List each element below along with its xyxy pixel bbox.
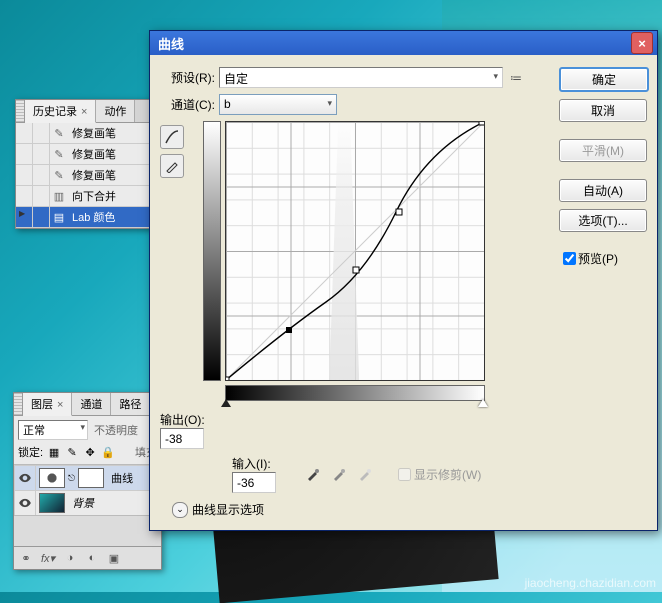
close-button[interactable]: ×	[631, 32, 653, 54]
tab-close-icon[interactable]: ×	[57, 399, 63, 411]
input-input[interactable]	[232, 472, 276, 493]
white-eyedropper[interactable]	[356, 465, 374, 483]
site-footer: jiaocheng.chazidian.com	[525, 576, 656, 590]
tab-actions[interactable]: 动作	[96, 100, 135, 122]
visibility-toggle[interactable]	[15, 491, 36, 515]
history-panel: 历史记录× 动作 ✎修复画笔 ✎修复画笔 ✎修复画笔 ▥向下合并 ▤Lab 颜色	[15, 99, 159, 229]
layers-panel: 图层× 通道 路径 正常 不透明度 锁定: ▦ ✎ ✥ 🔒 填充 ⎋ 曲线 背景	[13, 392, 162, 570]
black-eyedropper[interactable]	[304, 465, 322, 483]
curve-tool-button[interactable]	[160, 125, 184, 149]
history-item[interactable]: ▥向下合并	[16, 186, 158, 207]
options-button[interactable]: 选项(T)...	[559, 209, 647, 232]
display-options-label[interactable]: 曲线显示选项	[192, 501, 264, 518]
ok-button[interactable]: 确定	[559, 67, 649, 92]
tab-channels[interactable]: 通道	[72, 393, 111, 415]
layer-row[interactable]: ⎋ 曲线	[14, 465, 161, 490]
tab-close-icon[interactable]: ×	[81, 106, 87, 118]
history-item[interactable]: ✎修复画笔	[16, 123, 158, 144]
output-gradient	[203, 121, 221, 381]
gray-eyedropper[interactable]	[330, 465, 348, 483]
eye-icon	[18, 471, 32, 485]
tab-layers[interactable]: 图层×	[23, 393, 72, 416]
adjustment-icon[interactable]: ◐	[84, 550, 100, 566]
fx-icon[interactable]: fx▾	[40, 550, 56, 566]
smooth-button[interactable]: 平滑(M)	[559, 139, 647, 162]
link-layers-icon[interactable]: ⚭	[18, 550, 34, 566]
mask-thumb	[78, 468, 104, 488]
mask-icon[interactable]: ◑	[62, 550, 78, 566]
folder-icon[interactable]: ▣	[106, 550, 122, 566]
visibility-toggle[interactable]	[15, 466, 36, 490]
lock-trans-icon[interactable]: ▦	[47, 446, 61, 459]
preset-select[interactable]: 自定	[219, 67, 503, 88]
opacity-label: 不透明度	[94, 422, 138, 438]
black-point-slider[interactable]	[221, 399, 231, 407]
panel-drag[interactable]	[16, 100, 25, 122]
preset-menu-icon[interactable]: ≔	[509, 71, 523, 85]
show-clipping-checkbox[interactable]: 显示修剪(W)	[394, 465, 481, 484]
blend-mode-select[interactable]: 正常	[18, 420, 88, 440]
layer-row[interactable]: 背景	[14, 490, 161, 515]
tab-history[interactable]: 历史记录×	[25, 100, 96, 123]
lock-all-icon[interactable]: 🔒	[101, 446, 115, 459]
output-input[interactable]	[160, 428, 204, 449]
merge-down-icon: ▥	[50, 187, 68, 205]
healing-brush-icon: ✎	[50, 145, 68, 163]
channel-select[interactable]: b	[219, 94, 337, 115]
layer-name[interactable]: 曲线	[111, 470, 133, 486]
history-item-selected[interactable]: ▤Lab 颜色	[16, 207, 158, 228]
lock-move-icon[interactable]: ✥	[83, 446, 97, 459]
healing-brush-icon: ✎	[50, 124, 68, 142]
curve-icon	[165, 130, 179, 144]
layer-thumb	[39, 493, 65, 513]
healing-brush-icon: ✎	[50, 166, 68, 184]
preview-checkbox[interactable]: 预览(P)	[559, 249, 647, 268]
tab-paths[interactable]: 路径	[111, 393, 150, 415]
title-bar[interactable]: 曲线 ×	[150, 31, 657, 55]
lock-label: 锁定:	[18, 444, 43, 460]
dialog-title: 曲线	[154, 34, 631, 53]
adjustment-thumb	[39, 468, 65, 488]
curve-chart[interactable]	[226, 122, 484, 380]
history-item[interactable]: ✎修复画笔	[16, 165, 158, 186]
curves-dialog: 曲线 × 预设(R): 自定 ≔ 通道(C): b	[149, 30, 658, 531]
input-gradient	[225, 385, 485, 401]
expand-toggle[interactable]: ⌄	[172, 502, 188, 518]
channel-label: 通道(C):	[160, 96, 215, 113]
panel-drag[interactable]	[14, 393, 23, 415]
white-point-slider[interactable]	[478, 399, 488, 407]
link-icon: ⎋	[68, 473, 75, 484]
layers-footer: ⚭ fx▾ ◑ ◐ ▣	[14, 546, 161, 569]
auto-button[interactable]: 自动(A)	[559, 179, 647, 202]
layer-name[interactable]: 背景	[72, 495, 94, 511]
input-label: 输入(I):	[232, 455, 276, 472]
curve-grid[interactable]	[225, 121, 485, 381]
cancel-button[interactable]: 取消	[559, 99, 647, 122]
pencil-icon	[165, 159, 179, 173]
lock-paint-icon[interactable]: ✎	[65, 446, 79, 459]
history-item[interactable]: ✎修复画笔	[16, 144, 158, 165]
mode-icon: ▤	[50, 208, 68, 226]
preset-label: 预设(R):	[160, 69, 215, 86]
eye-icon	[18, 496, 32, 510]
pencil-tool-button[interactable]	[160, 154, 184, 178]
